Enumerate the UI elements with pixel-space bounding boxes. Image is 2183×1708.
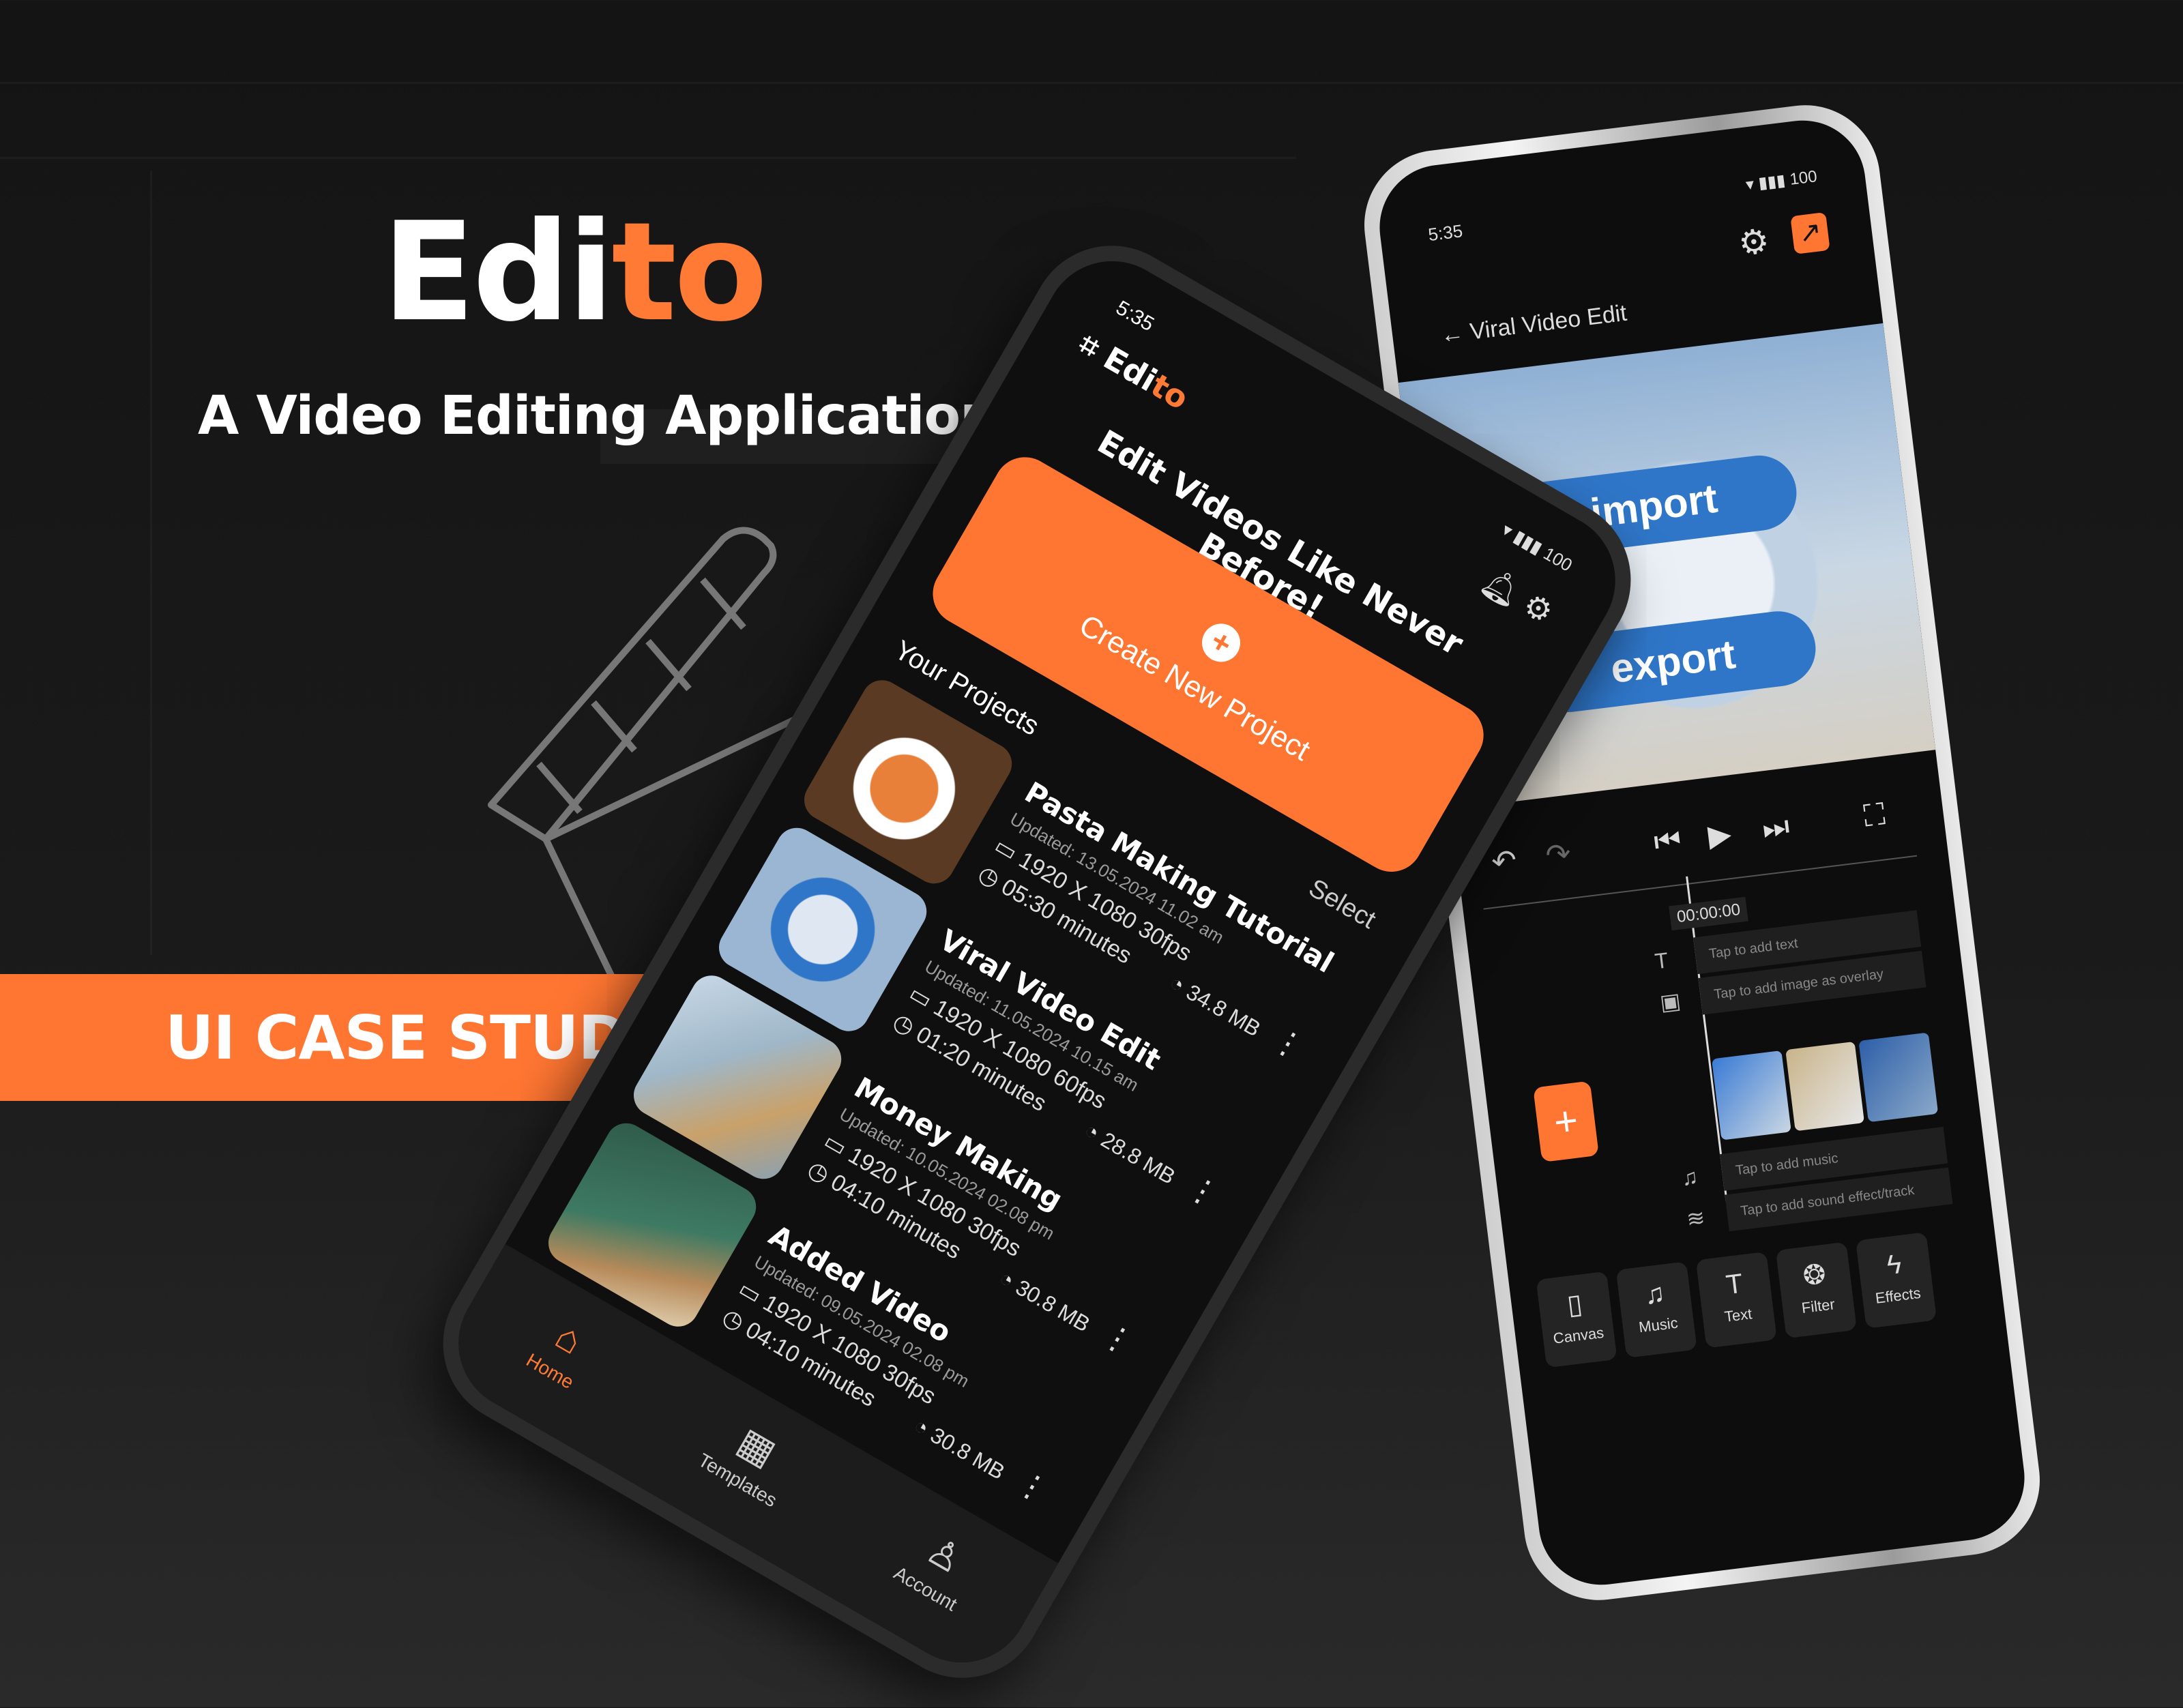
lightning-icon: ϟ (1885, 1249, 1903, 1281)
more-icon[interactable]: ⋮ (1010, 1462, 1055, 1510)
bell-icon[interactable]: 🔔︎ (1475, 562, 1527, 613)
more-icon[interactable]: ⋮ (1095, 1314, 1141, 1362)
status-icons: ▾ ▮▮▮ 100 (1744, 167, 1819, 194)
status-time: 5:35 (1112, 296, 1158, 336)
project-size: ◔ 30.8 MB (909, 1413, 1010, 1485)
screen-icon: ▭ (733, 1276, 766, 1310)
undo-icon[interactable]: ↶ (1489, 842, 1519, 880)
screen-icon: ▭ (819, 1128, 851, 1162)
plus-icon: + (1195, 617, 1248, 669)
add-clip-button[interactable]: + (1533, 1080, 1599, 1162)
background-line (150, 171, 152, 955)
music-track-icon: ♫ (1680, 1164, 1699, 1191)
background-line (0, 82, 2183, 84)
play-icon[interactable]: ▶ (1706, 816, 1733, 854)
clock-icon: ◷ (718, 1303, 749, 1336)
brand-logo: Edito (382, 193, 767, 352)
select-button[interactable]: Select (1304, 874, 1380, 935)
video-clips[interactable] (1711, 1032, 1939, 1140)
tool-label: Canvas (1552, 1323, 1605, 1347)
filter-icon: ❂ (1801, 1258, 1828, 1292)
tool-effects[interactable]: ϟ Effects (1855, 1232, 1937, 1329)
tagline: A Video Editing Application (198, 385, 998, 447)
export-button[interactable]: ↗ (1790, 211, 1830, 254)
skip-forward-icon[interactable]: ⏭ (1760, 809, 1791, 846)
more-icon[interactable]: ⋮ (1265, 1019, 1311, 1067)
tool-label: Filter (1800, 1295, 1836, 1317)
music-icon: ♫ (1642, 1278, 1667, 1310)
tool-label: Text (1723, 1305, 1753, 1325)
clip-thumbnail[interactable] (1785, 1041, 1865, 1132)
tool-label: Music (1637, 1314, 1679, 1336)
status-time: 5:35 (1426, 220, 1464, 246)
screen-icon: ▭ (989, 832, 1022, 866)
redo-icon[interactable]: ↷ (1544, 836, 1573, 874)
clock-icon: ◷ (888, 1007, 920, 1041)
clock-icon: ◷ (973, 860, 1005, 894)
project-size: ◔ 28.8 MB (1080, 1117, 1180, 1190)
background-line (0, 157, 1296, 159)
text-icon: T (1724, 1268, 1745, 1301)
back-arrow-icon[interactable]: ← (1439, 320, 1465, 349)
more-icon[interactable]: ⋮ (1180, 1167, 1226, 1215)
crop-icon: ⌗ (1072, 325, 1107, 366)
clock-icon: ◷ (803, 1155, 834, 1189)
header-icons: 🔔︎ ⚙ (1474, 561, 1559, 632)
project-title-text: Viral Video Edit (1468, 299, 1628, 345)
app-logo: ⌗ Edito (1072, 325, 1195, 417)
image-track-icon: ▣ (1658, 988, 1682, 1016)
timecode: 00:00:00 (1669, 896, 1749, 931)
clip-thumbnail[interactable] (1711, 1050, 1791, 1140)
playback-controls: ↶ ↷ ⏮ ▶ ⏭ ⛶ (1455, 784, 1946, 898)
tool-music[interactable]: ♫ Music (1615, 1261, 1697, 1358)
skip-back-icon[interactable]: ⏮ (1652, 823, 1683, 859)
project-title: ← Viral Video Edit (1439, 300, 1628, 349)
tool-canvas[interactable]: ▯ Canvas (1536, 1271, 1617, 1368)
canvas-icon: ▯ (1565, 1289, 1584, 1321)
status-icons: ▾ ▮▮▮ 100 (1498, 518, 1577, 576)
tool-filter[interactable]: ❂ Filter (1775, 1241, 1857, 1339)
tool-label: Effects (1874, 1284, 1922, 1307)
project-size: ◔ 30.8 MB (995, 1265, 1095, 1337)
tool-text[interactable]: T Text (1695, 1251, 1777, 1349)
sound-track-icon: ≋ (1685, 1205, 1707, 1232)
editor-toolbar: ▯ Canvas ♫ Music T Text ❂ Filter ϟ Effects (1536, 1228, 1967, 1368)
fullscreen-icon[interactable]: ⛶ (1862, 797, 1887, 834)
clip-thumbnail[interactable] (1858, 1032, 1939, 1123)
screen-icon: ▭ (904, 980, 937, 1014)
gear-icon[interactable]: ⚙ (1517, 586, 1559, 631)
text-track-icon: T (1653, 947, 1670, 974)
project-size: ◔ 34.8 MB (1165, 969, 1265, 1042)
gear-icon[interactable]: ⚙ (1736, 221, 1772, 264)
